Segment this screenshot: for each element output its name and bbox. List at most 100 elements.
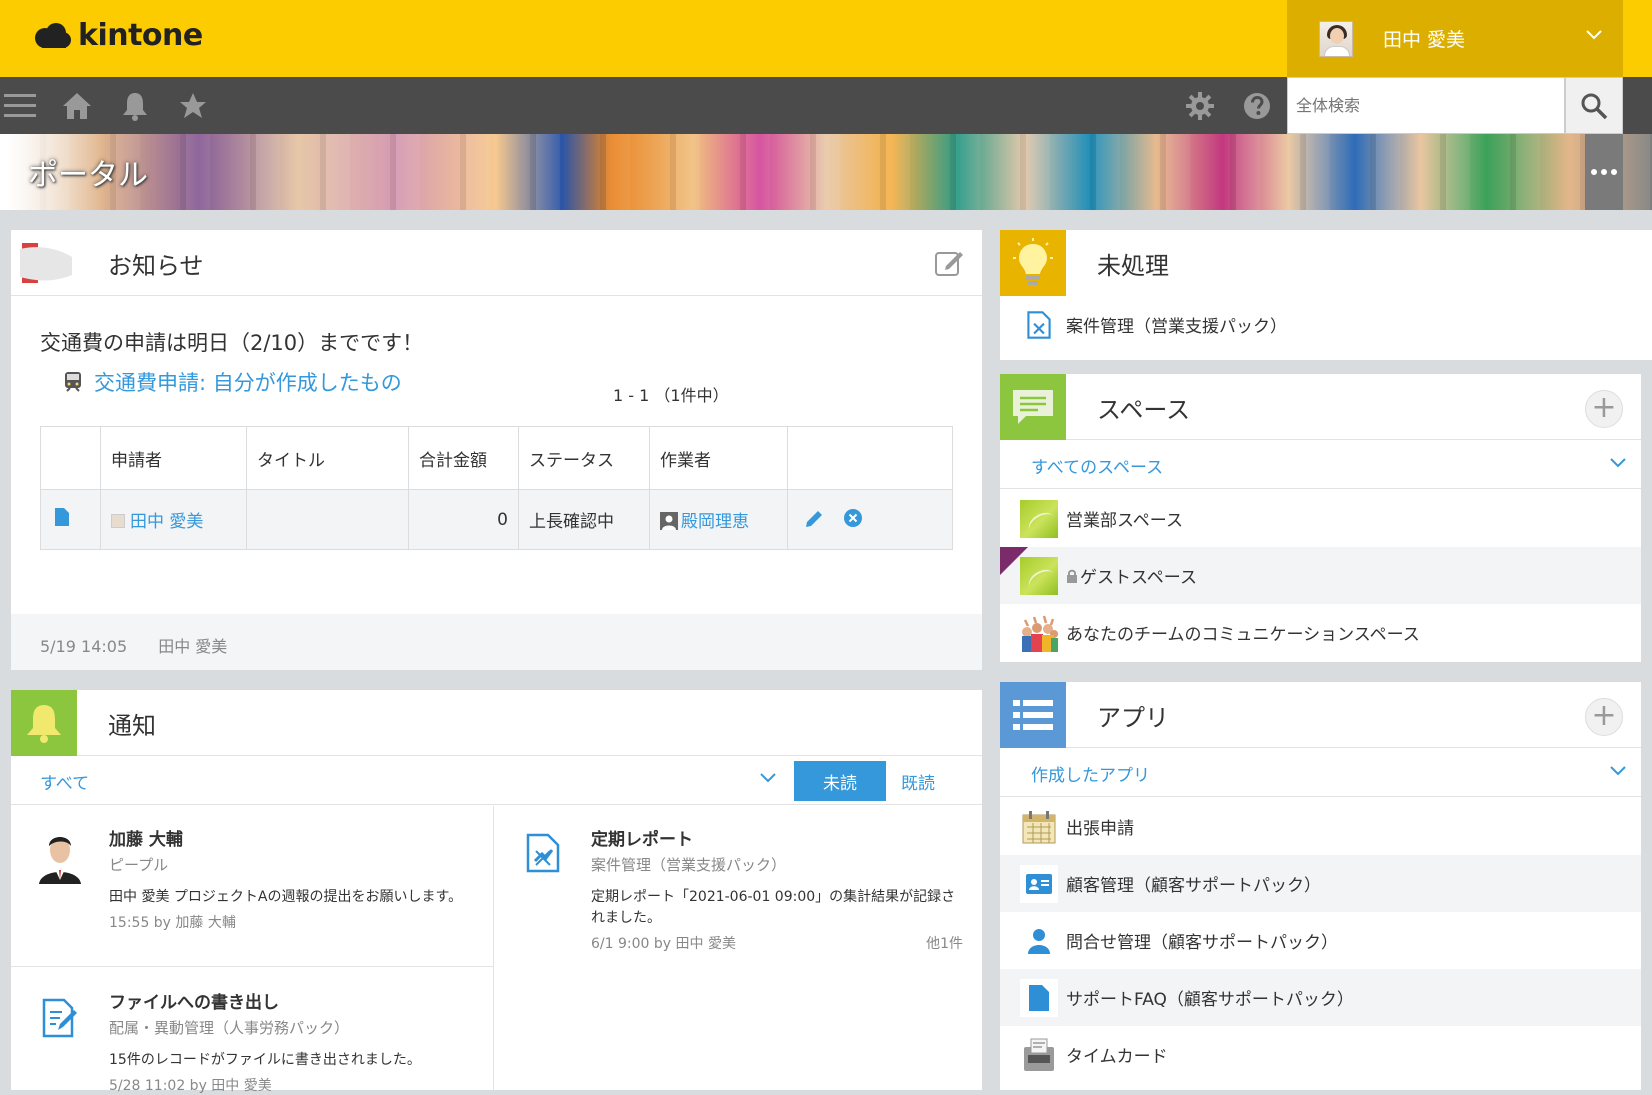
space-item-label: あなたのチームのコミュニケーションスペース xyxy=(1066,625,1420,645)
gear-icon[interactable] xyxy=(1183,89,1217,123)
notice-panel: お知らせ 交通費の申請は明日（2/10）までです！ 交通費申請: 自分が作成した… xyxy=(11,230,982,670)
person-icon xyxy=(1020,922,1058,960)
notification-item[interactable]: 定期レポート 案件管理（営業支援パック） 定期レポート「2021-06-01 0… xyxy=(591,825,963,953)
help-icon[interactable] xyxy=(1240,89,1274,123)
app-item[interactable]: 顧客管理（顧客サポートパック） xyxy=(1000,855,1641,912)
home-icon[interactable] xyxy=(60,89,94,123)
spaces-filter[interactable]: すべてのスペース xyxy=(1000,440,1641,489)
worker-link[interactable]: 殿岡理恵 xyxy=(681,512,749,532)
menu-icon[interactable] xyxy=(3,89,37,123)
pending-item-label: 案件管理（営業支援パック） xyxy=(1066,317,1287,337)
record-detail-cell[interactable] xyxy=(40,489,101,550)
apps-header: アプリ + xyxy=(1000,682,1641,748)
space-item[interactable]: 営業部スペース xyxy=(1000,490,1641,547)
bell-icon xyxy=(11,690,77,756)
cancel-icon[interactable] xyxy=(843,508,863,528)
edit-icon[interactable] xyxy=(934,248,964,278)
add-space-button[interactable]: + xyxy=(1585,390,1623,428)
notice-report-link[interactable]: 交通費申請: 自分が作成したもの xyxy=(94,367,402,397)
portal-banner: ポータル xyxy=(0,134,1652,210)
notification-title: ファイルへの書き出し xyxy=(109,993,279,1013)
col-worker: 作業者 xyxy=(649,426,788,490)
app-item-label: 顧客管理（顧客サポートパック） xyxy=(1066,876,1321,896)
notification-title: 定期レポート xyxy=(591,830,693,850)
travel-calendar-icon xyxy=(1020,808,1058,846)
read-tab[interactable]: 既読 xyxy=(901,769,935,794)
time-card-icon xyxy=(1020,1036,1058,1074)
kintone-logo[interactable]: kintone xyxy=(32,18,203,53)
notice-title: お知らせ xyxy=(108,252,204,280)
pending-panel: 未処理 案件管理（営業支援パック） xyxy=(1000,230,1652,360)
notification-meta: 5/28 11:02 by 田中 愛美 xyxy=(109,1078,272,1094)
user-avatar xyxy=(1319,20,1353,57)
space-item[interactable]: ゲストスペース xyxy=(1000,547,1641,604)
app-item[interactable]: タイムカード xyxy=(1000,1026,1641,1083)
cloud-logo-icon xyxy=(35,22,71,48)
pending-title: 未処理 xyxy=(1097,252,1169,280)
train-icon xyxy=(65,372,81,392)
app-item[interactable]: 問合せ管理（顧客サポートパック） xyxy=(1000,912,1641,969)
document-icon xyxy=(1020,978,1058,1017)
space-thumbnail xyxy=(1020,499,1058,538)
space-item-label: ゲストスペース xyxy=(1080,568,1197,588)
notification-title: 加藤 大輔 xyxy=(109,830,183,850)
chevron-down-icon xyxy=(1610,766,1626,776)
notification-body: 15件のレコードがファイルに書き出されました。 xyxy=(109,1052,421,1068)
space-item-label: 営業部スペース xyxy=(1066,511,1183,531)
spaces-filter-label: すべてのスペース xyxy=(1031,458,1164,478)
star-icon[interactable] xyxy=(176,89,210,123)
notification-body: 田中 愛美 プロジェクトAの週報の提出をお願いします。 xyxy=(109,889,463,905)
app-item-label: 問合せ管理（顧客サポートパック） xyxy=(1066,933,1338,953)
document-icon[interactable] xyxy=(55,508,69,526)
chevron-down-icon[interactable] xyxy=(759,772,777,784)
pending-item[interactable]: 案件管理（営業支援パック） xyxy=(1000,296,1652,353)
app-list-icon xyxy=(1000,682,1066,748)
search-button[interactable] xyxy=(1565,77,1623,134)
notification-source: ピープル xyxy=(109,856,169,874)
notification-source: 配属・異動管理（人事労務パック） xyxy=(109,1019,350,1037)
add-app-button[interactable]: + xyxy=(1585,698,1623,736)
file-export-icon xyxy=(42,998,77,1038)
space-item[interactable]: あなたのチームのコミュニケーションスペース xyxy=(1000,604,1641,661)
notification-item[interactable]: 加藤 大輔 ピープル 田中 愛美 プロジェクトAの週報の提出をお願いします。 1… xyxy=(109,825,481,932)
search-icon xyxy=(1581,93,1608,119)
notifications-header: 通知 xyxy=(11,690,982,756)
user-name: 田中 愛美 xyxy=(1383,29,1466,51)
chart-app-icon xyxy=(1020,306,1058,344)
unread-tab[interactable]: 未読 xyxy=(794,761,886,801)
spaces-header: スペース + xyxy=(1000,374,1641,440)
customer-card-icon xyxy=(1020,864,1058,903)
notification-more-count[interactable]: 他1件 xyxy=(926,933,963,953)
record-pager: 1 - 1 （1件中） xyxy=(613,386,729,405)
notification-filter-select[interactable]: すべて xyxy=(40,769,89,794)
global-search-input[interactable] xyxy=(1287,77,1565,134)
applicant-link[interactable]: 田中 愛美 xyxy=(130,512,203,532)
notice-author: 田中 愛美 xyxy=(158,637,228,656)
notification-meta: 15:55 by 加藤 大輔 xyxy=(109,915,236,931)
bell-icon[interactable] xyxy=(118,89,152,123)
more-options-button[interactable] xyxy=(1585,134,1623,210)
notice-header: お知らせ xyxy=(11,230,982,296)
pending-header: 未処理 xyxy=(1000,230,1652,296)
title-cell xyxy=(246,489,409,550)
notification-item[interactable]: ファイルへの書き出し 配属・異動管理（人事労務パック） 15件のレコードがファイ… xyxy=(109,988,481,1095)
col-status: ステータス xyxy=(518,426,650,490)
person-avatar xyxy=(37,828,83,884)
logo-text: kintone xyxy=(78,18,203,53)
user-menu[interactable]: 田中 愛美 xyxy=(1287,0,1623,77)
apps-filter[interactable]: 作成したアプリ xyxy=(1000,748,1641,797)
pencil-icon[interactable] xyxy=(804,509,824,529)
notification-meta-row: 6/1 9:00 by 田中 愛美 他1件 xyxy=(591,933,963,953)
amount-cell: 0 xyxy=(408,489,519,550)
app-item[interactable]: サポートFAQ（顧客サポートパック） xyxy=(1000,969,1641,1026)
lock-icon xyxy=(1067,569,1077,583)
app-item-label: タイムカード xyxy=(1066,1047,1168,1067)
col-title: タイトル xyxy=(246,426,409,490)
col-applicant: 申請者 xyxy=(100,426,247,490)
col-amount: 合計金額 xyxy=(408,426,519,490)
app-item[interactable]: 出張申請 xyxy=(1000,798,1641,855)
top-bar: kintone 田中 愛美 xyxy=(0,0,1652,77)
record-table: 申請者 タイトル 合計金額 ステータス 作業者 田中 愛美 0 上長確認中 殿岡… xyxy=(40,426,953,550)
notifications-panel: 通知 すべて 未読 既読 加藤 大輔 ピープル 田中 愛美 プロジェクトAの週報… xyxy=(11,690,982,1094)
notifications-filter-bar: すべて 未読 既読 xyxy=(11,756,982,805)
